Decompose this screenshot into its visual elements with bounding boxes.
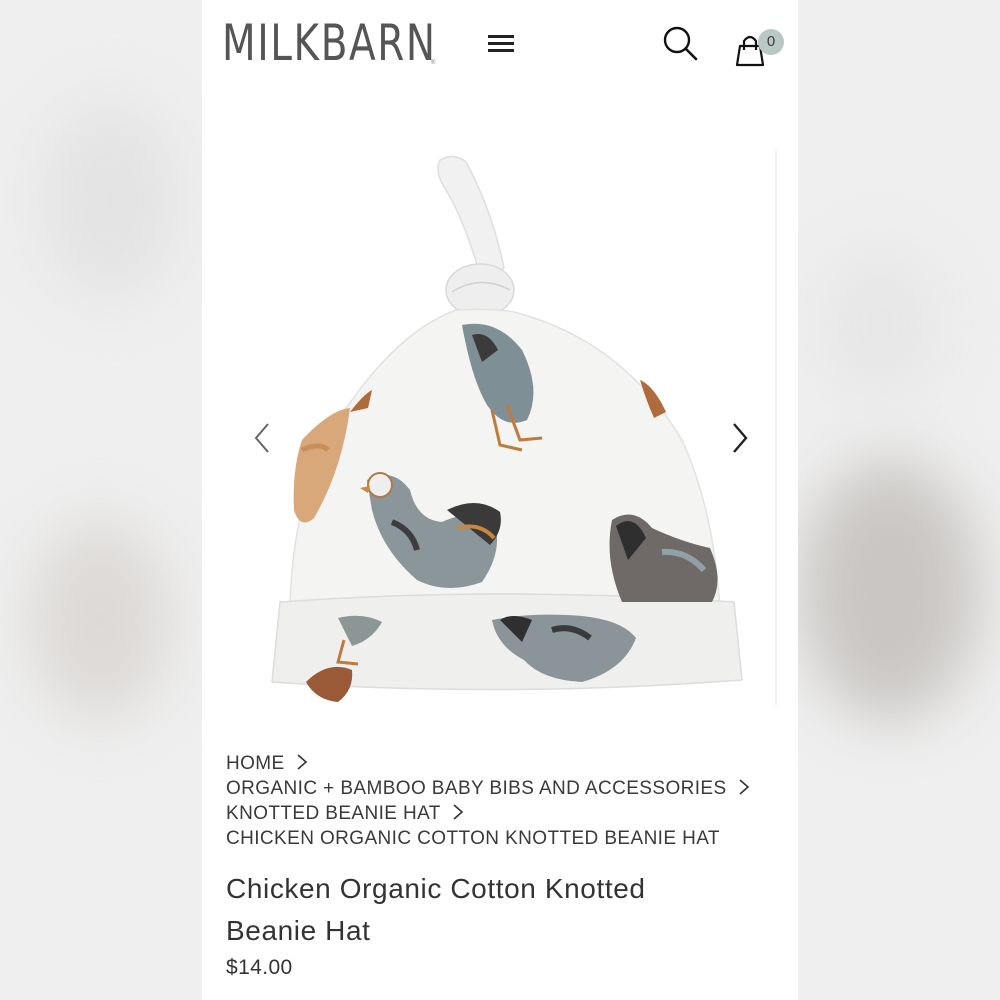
product-title-line: Chicken Organic Cotton Knotted: [226, 873, 646, 904]
chevron-right-icon: [296, 753, 308, 777]
chevron-right-icon: [452, 803, 464, 827]
trademark-mark: ®: [431, 60, 436, 66]
product-image: [271, 155, 743, 702]
hamburger-menu-icon[interactable]: [486, 32, 516, 56]
chevron-right-icon: [738, 778, 750, 802]
chevron-right-icon[interactable]: [724, 418, 754, 458]
breadcrumb-item: KNOTTED BEANIE HAT: [226, 802, 786, 827]
site-header: MILKBARN ® 0: [202, 0, 798, 95]
cart-count-badge: 0: [758, 29, 784, 55]
breadcrumb-current: CHICKEN ORGANIC COTTON KNOTTED BEANIE HA…: [226, 828, 720, 849]
mobile-page: MILKBARN ® 0 HOME ORGANIC + BAMBOO BABY …: [202, 0, 798, 1000]
breadcrumb-item: CHICKEN ORGANIC COTTON KNOTTED BEANIE HA…: [226, 827, 786, 850]
breadcrumb-item: HOME: [226, 752, 786, 777]
breadcrumb-link-category[interactable]: ORGANIC + BAMBOO BABY BIBS AND ACCESSORI…: [226, 778, 727, 799]
next-slide-edge: [775, 150, 777, 705]
breadcrumb-item: ORGANIC + BAMBOO BABY BIBS AND ACCESSORI…: [226, 777, 786, 802]
chevron-left-icon[interactable]: [248, 418, 278, 458]
product-price: $14.00: [226, 956, 293, 979]
product-title-line: Beanie Hat: [226, 915, 371, 946]
breadcrumb-link-home[interactable]: HOME: [226, 753, 285, 774]
site-logo[interactable]: MILKBARN: [222, 12, 437, 74]
search-icon[interactable]: [660, 24, 700, 64]
product-image-carousel[interactable]: [202, 130, 798, 715]
breadcrumb-link-subcategory[interactable]: KNOTTED BEANIE HAT: [226, 803, 440, 824]
product-title: Chicken Organic Cotton Knotted Beanie Ha…: [226, 868, 746, 952]
breadcrumb: HOME ORGANIC + BAMBOO BABY BIBS AND ACCE…: [226, 752, 786, 850]
